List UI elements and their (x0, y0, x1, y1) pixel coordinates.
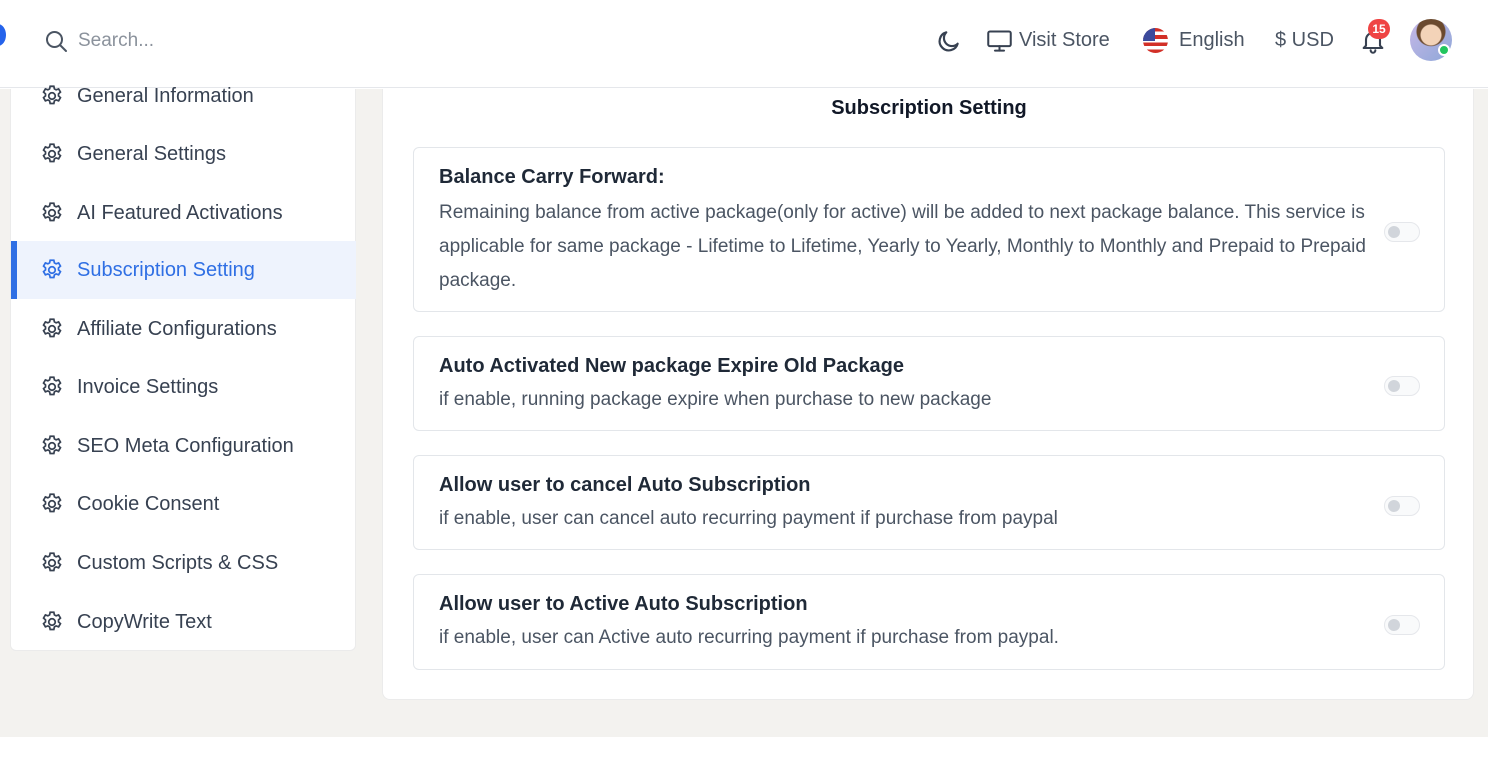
sidebar-item-label: Invoice Settings (77, 375, 219, 398)
setting-auto-activated-new-package: Auto Activated New package Expire Old Pa… (413, 336, 1445, 431)
gear-icon (42, 318, 62, 338)
cancel-auto-subscription-toggle[interactable] (1384, 496, 1420, 516)
online-status-dot (1438, 44, 1450, 56)
setting-allow-active-auto-subscription: Allow user to Active Auto Subscription i… (413, 574, 1445, 670)
gear-icon (42, 259, 62, 279)
sidebar-item-invoice-settings[interactable]: Invoice Settings (11, 358, 356, 416)
sidebar-item-label: CopyWrite Text (77, 610, 212, 633)
subscription-setting-panel: Subscription Setting Balance Carry Forwa… (382, 89, 1474, 700)
gear-icon (42, 611, 62, 631)
sidebar-item-general-information[interactable]: General Information (11, 67, 356, 125)
language-label: English (1179, 28, 1245, 51)
search-icon (46, 31, 67, 52)
sidebar-item-ai-featured-activations[interactable]: AI Featured Activations (11, 184, 356, 242)
sidebar-item-affiliate-configurations[interactable]: Affiliate Configurations (11, 300, 356, 358)
logo-edge (0, 24, 6, 46)
sidebar-item-subscription-setting[interactable]: Subscription Setting (11, 241, 356, 299)
visit-store-label: Visit Store (1019, 28, 1110, 51)
sidebar-item-label: Subscription Setting (77, 258, 255, 281)
setting-title: Auto Activated New package Expire Old Pa… (439, 355, 904, 377)
sidebar-item-label: General Information (77, 84, 254, 107)
setting-title: Allow user to Active Auto Subscription (439, 593, 808, 615)
sidebar-item-copywrite-text[interactable]: CopyWrite Text (11, 593, 356, 651)
sidebar-item-seo-meta-configuration[interactable]: SEO Meta Configuration (11, 417, 356, 475)
auto-activated-toggle[interactable] (1384, 376, 1420, 396)
setting-title: Allow user to cancel Auto Subscription (439, 474, 811, 496)
sidebar-item-cookie-consent[interactable]: Cookie Consent (11, 475, 356, 533)
gear-icon (42, 552, 62, 572)
sidebar-item-label: SEO Meta Configuration (77, 434, 294, 457)
setting-description: if enable, user can Active auto recurrin… (439, 627, 1059, 648)
setting-title: Balance Carry Forward: (439, 166, 665, 188)
sidebar-item-label: Custom Scripts & CSS (77, 551, 279, 574)
visit-store-button[interactable]: Visit Store (986, 26, 1110, 54)
active-auto-subscription-toggle[interactable] (1384, 615, 1420, 635)
dark-mode-moon-icon[interactable] (936, 28, 962, 54)
gear-icon (42, 143, 62, 163)
monitor-icon (987, 29, 1012, 52)
gear-icon (42, 435, 62, 455)
page-title: Subscription Setting (831, 97, 1027, 119)
setting-description: if enable, running package expire when p… (439, 389, 992, 410)
search-input[interactable] (78, 28, 318, 54)
search-box[interactable] (44, 28, 318, 54)
setting-description: Remaining balance from active package(on… (439, 202, 1366, 291)
sidebar-item-label: General Settings (77, 142, 226, 165)
gear-icon (42, 376, 62, 396)
sidebar-item-label: Cookie Consent (77, 492, 220, 515)
sidebar-item-label: Affiliate Configurations (77, 317, 277, 340)
currency-selector[interactable]: $ USD (1275, 26, 1334, 54)
gear-icon (42, 85, 62, 105)
us-flag-icon (1143, 27, 1168, 53)
language-selector[interactable]: English (1143, 26, 1245, 54)
gear-icon (42, 493, 62, 513)
sidebar-item-label: AI Featured Activations (77, 201, 283, 224)
settings-sidebar: General Information General Settings AI … (10, 85, 356, 651)
sidebar-item-general-settings[interactable]: General Settings (11, 125, 356, 183)
setting-allow-cancel-auto-subscription: Allow user to cancel Auto Subscription i… (413, 455, 1445, 550)
gear-icon (42, 202, 62, 222)
sidebar-item-custom-scripts-css[interactable]: Custom Scripts & CSS (11, 534, 356, 592)
setting-description: if enable, user can cancel auto recurrin… (439, 508, 1058, 529)
setting-balance-carry-forward: Balance Carry Forward: Remaining balance… (413, 147, 1445, 312)
balance-carry-forward-toggle[interactable] (1384, 222, 1420, 242)
notification-badge: 15 (1368, 19, 1390, 39)
